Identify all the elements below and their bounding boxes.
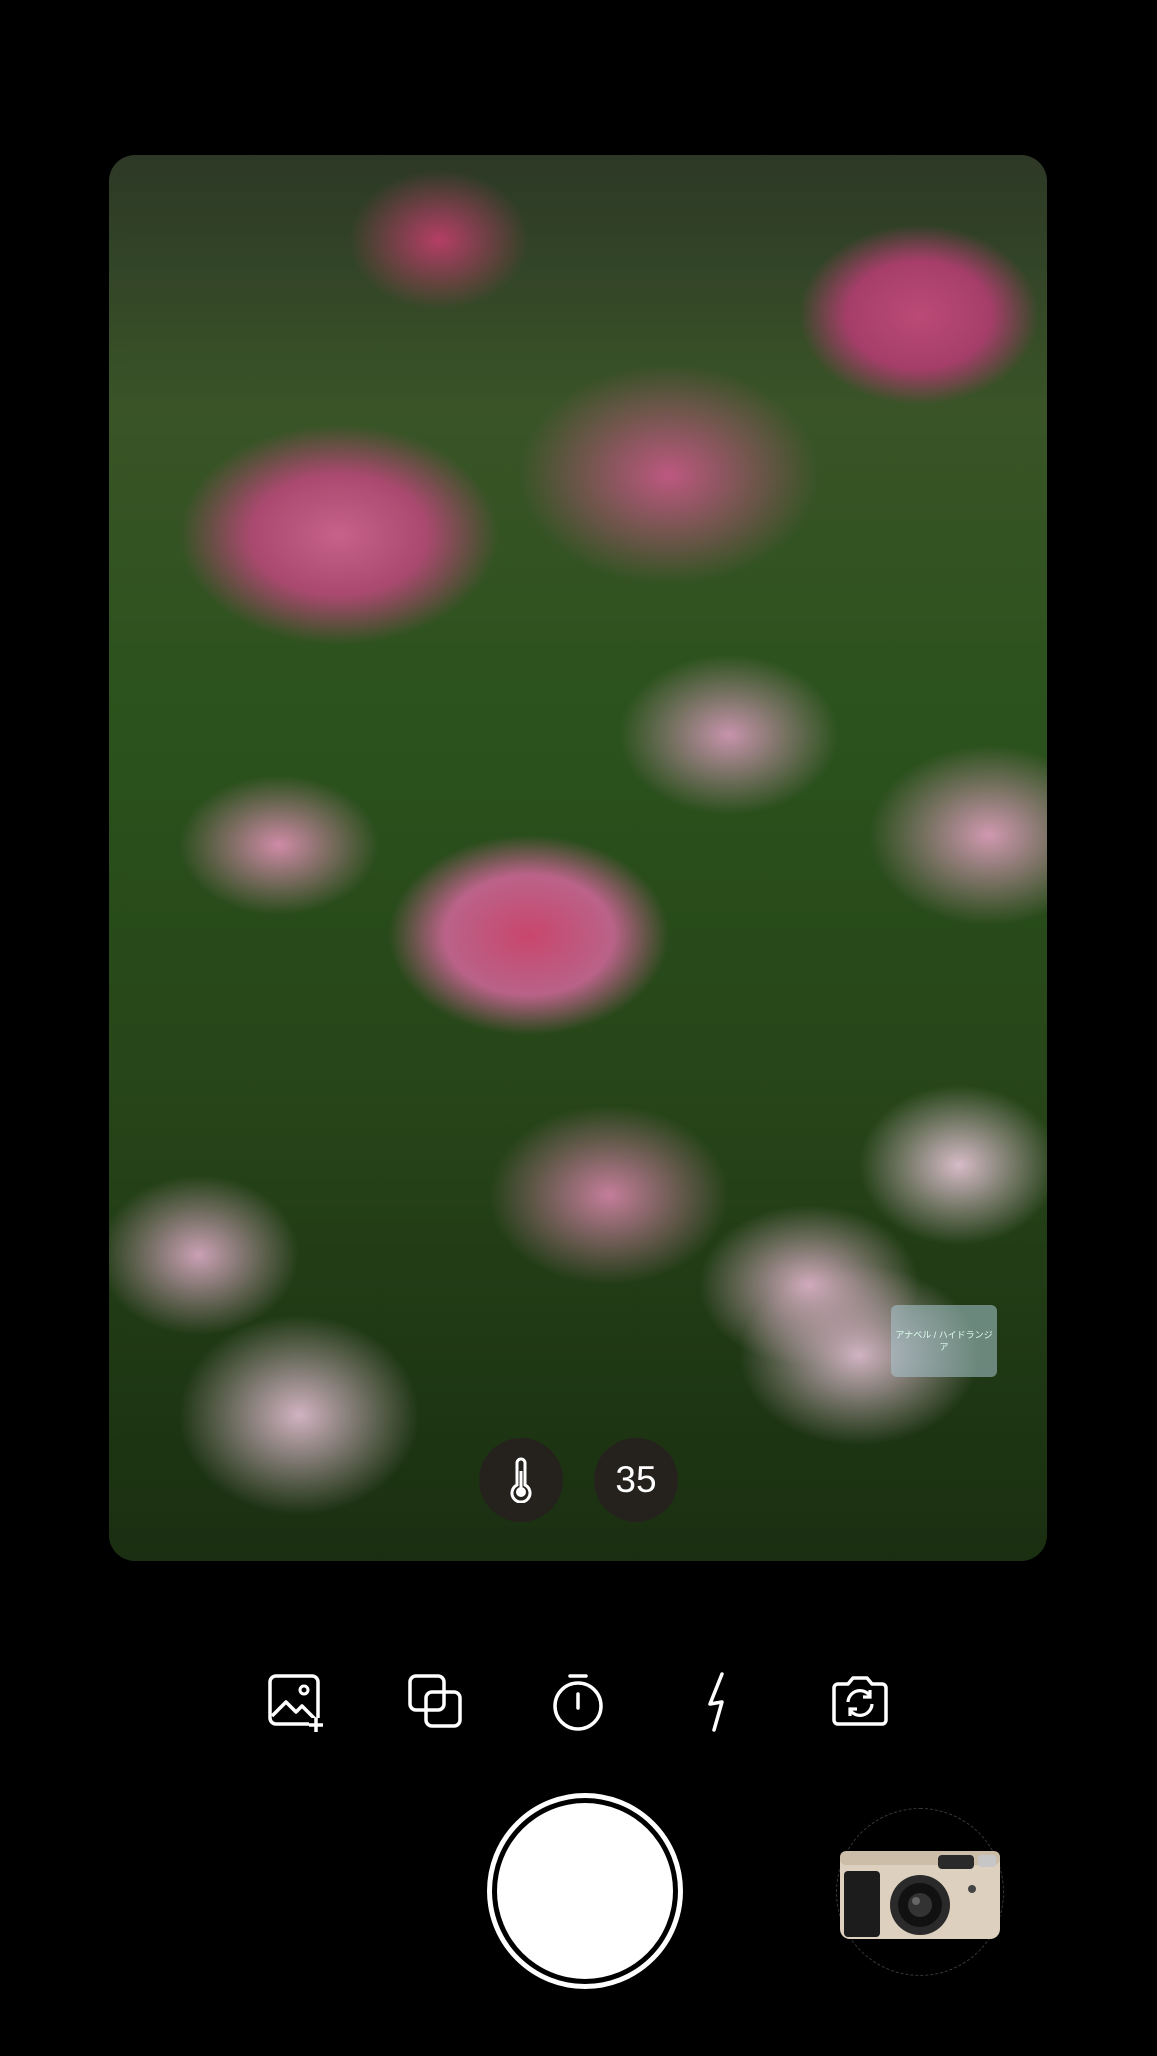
viewfinder-preview[interactable]: アナベル / ハイドランジア 35 xyxy=(109,155,1047,1561)
switch-camera-button[interactable] xyxy=(828,1670,892,1734)
image-plus-icon xyxy=(268,1674,323,1732)
layers-icon xyxy=(408,1674,462,1728)
temperature-button[interactable] xyxy=(479,1438,563,1522)
film-camera-icon xyxy=(840,1851,1000,1939)
overlay-button[interactable] xyxy=(404,1670,468,1734)
camera-selector[interactable] xyxy=(836,1808,1004,1976)
plant-label: アナベル / ハイドランジア xyxy=(891,1305,997,1377)
zoom-level-button[interactable]: 35 xyxy=(594,1438,678,1522)
zoom-level-value: 35 xyxy=(615,1459,657,1500)
shutter-button[interactable] xyxy=(487,1793,683,1989)
shutter-inner xyxy=(497,1803,673,1979)
flash-icon xyxy=(708,1672,724,1732)
flash-button[interactable] xyxy=(686,1670,750,1734)
timer-icon xyxy=(553,1674,603,1731)
timer-button[interactable] xyxy=(546,1670,610,1734)
camera-toolbar xyxy=(0,1670,1157,1734)
camera-flip-icon xyxy=(832,1676,888,1726)
gallery-add-button[interactable] xyxy=(264,1670,328,1734)
thermometer-icon xyxy=(510,1457,532,1503)
